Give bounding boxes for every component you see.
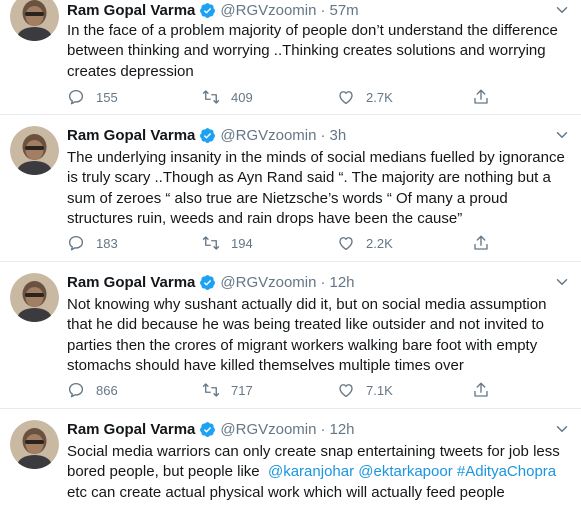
timestamp[interactable]: 57m (329, 2, 358, 19)
chevron-down-icon[interactable] (553, 126, 571, 144)
tweet-header: Ram Gopal Varma @RGVzoomin · 3h (67, 125, 346, 145)
author-name[interactable]: Ram Gopal Varma (67, 274, 195, 291)
author-name[interactable]: Ram Gopal Varma (67, 421, 195, 438)
reply-count: 183 (96, 235, 118, 251)
like-count: 2.7K (366, 89, 393, 105)
retweet-button[interactable]: 409 (202, 87, 253, 107)
tweet-text-line: structures ruin, weeds and rain drops ha… (67, 210, 463, 228)
tweet-header: Ram Gopal Varma @RGVzoomin · 12h (67, 272, 355, 292)
like-count: 2.2K (366, 235, 393, 251)
tweet-text: In the face of a problem majority of peo… (67, 21, 572, 82)
timestamp[interactable]: 3h (329, 127, 346, 144)
share-button[interactable] (472, 380, 501, 400)
reply-button[interactable]: 866 (67, 380, 118, 400)
tweet-text-line: is truly scary ..Though as Ayn Rand said… (67, 169, 551, 187)
verified-badge-icon (199, 2, 216, 19)
tweet-text: The underlying insanity in the minds of … (67, 148, 572, 230)
tweet-header: Ram Gopal Varma @RGVzoomin · 57m (67, 0, 359, 20)
retweet-count: 717 (231, 382, 253, 398)
avatar[interactable] (10, 126, 59, 175)
chevron-down-icon[interactable] (553, 273, 571, 291)
like-icon (339, 384, 353, 398)
tweet-text-line: The underlying insanity in the minds of … (67, 149, 565, 166)
tweet-text-line: stomachs should have killed themselves m… (67, 357, 464, 375)
timestamp[interactable]: 12h (329, 274, 354, 291)
like-count: 7.1K (366, 382, 393, 398)
tweet-text-line: In the face of a problem majority of peo… (67, 22, 558, 39)
retweet-icon (202, 90, 220, 104)
separator-dot: · (320, 273, 326, 291)
author-name[interactable]: Ram Gopal Varma (67, 2, 195, 19)
retweet-button[interactable]: 717 (202, 380, 253, 400)
reply-icon (68, 382, 84, 398)
hashtag-link[interactable]: #AdityaChopra (457, 463, 556, 480)
tweet-text-segment: bored people, but people like (67, 463, 268, 481)
tweet[interactable]: Ram Gopal Varma @RGVzoomin · 57m In the … (0, 0, 581, 115)
retweet-count: 194 (231, 235, 253, 251)
like-button[interactable]: 7.1K (337, 380, 393, 400)
tweet-header: Ram Gopal Varma @RGVzoomin · 12h (67, 419, 355, 439)
share-button[interactable] (472, 233, 501, 253)
verified-badge-icon (199, 274, 216, 291)
share-button[interactable] (472, 87, 501, 107)
timestamp[interactable]: 12h (329, 421, 354, 438)
avatar[interactable] (10, 420, 59, 469)
separator-dot: · (320, 126, 326, 144)
author-handle[interactable]: @RGVzoomin (220, 274, 316, 291)
tweet-text-line: creates depression (67, 62, 194, 80)
verified-badge-icon (199, 127, 216, 144)
author-handle[interactable]: @RGVzoomin (220, 127, 316, 144)
avatar[interactable] (10, 0, 59, 41)
tweet[interactable]: Ram Gopal Varma @RGVzoomin · 12h Social … (0, 409, 581, 511)
tweet-text: Social media warriors can only create sn… (67, 442, 572, 503)
tweet-text-line: Not knowing why sushant actually did it,… (67, 296, 547, 313)
tweet-text-line: between thinking and worrying ..Thinking… (67, 42, 546, 60)
tweet-text-line: bored people, but people like @karanjoha… (67, 462, 572, 482)
reply-button[interactable]: 155 (67, 87, 118, 107)
author-name[interactable]: Ram Gopal Varma (67, 127, 195, 144)
timeline-feed: Ram Gopal Varma @RGVzoomin · 57m In the … (0, 0, 581, 511)
reply-count: 155 (96, 89, 118, 105)
tweet-text-line: Social media warriors can only create sn… (67, 443, 560, 460)
retweet-count: 409 (231, 89, 253, 105)
reply-icon (68, 235, 84, 251)
tweet[interactable]: Ram Gopal Varma @RGVzoomin · 12h Not kno… (0, 262, 581, 409)
avatar[interactable] (10, 273, 59, 322)
reply-button[interactable]: 183 (67, 233, 118, 253)
share-icon (474, 89, 488, 104)
mention-link[interactable]: @karanjohar (268, 463, 354, 480)
verified-badge-icon (199, 421, 216, 438)
chevron-down-icon[interactable] (553, 420, 571, 438)
tweet-actions: 183 194 2.2K (67, 233, 497, 253)
retweet-button[interactable]: 194 (202, 233, 253, 253)
retweet-icon (202, 383, 220, 397)
share-icon (474, 382, 488, 397)
author-handle[interactable]: @RGVzoomin (220, 421, 316, 438)
like-icon (339, 237, 353, 251)
tweet-text-line: that he did because he was being treated… (67, 316, 544, 334)
share-icon (474, 235, 488, 250)
separator-dot: · (320, 1, 326, 19)
like-icon (339, 91, 353, 105)
tweet-text-line: sum of zeroes “ also true are Nietzsche’… (67, 189, 508, 207)
like-button[interactable]: 2.7K (337, 87, 393, 107)
tweet-text: Not knowing why sushant actually did it,… (67, 295, 572, 377)
reply-count: 866 (96, 382, 118, 398)
reply-icon (68, 89, 84, 105)
retweet-icon (202, 236, 220, 250)
like-button[interactable]: 2.2K (337, 233, 393, 253)
mention-link[interactable]: @ektarkapoor (358, 463, 452, 480)
tweet-actions: 866 717 7.1K (67, 380, 497, 400)
separator-dot: · (320, 420, 326, 438)
tweet[interactable]: Ram Gopal Varma @RGVzoomin · 3h The unde… (0, 115, 581, 262)
tweet-text-line: etc can create actual physical work whic… (67, 483, 505, 501)
author-handle[interactable]: @RGVzoomin (220, 2, 316, 19)
tweet-actions: 155 409 2.7K (67, 87, 497, 107)
chevron-down-icon[interactable] (553, 1, 571, 19)
tweet-text-line: parties then the crores of migrant worke… (67, 336, 538, 354)
